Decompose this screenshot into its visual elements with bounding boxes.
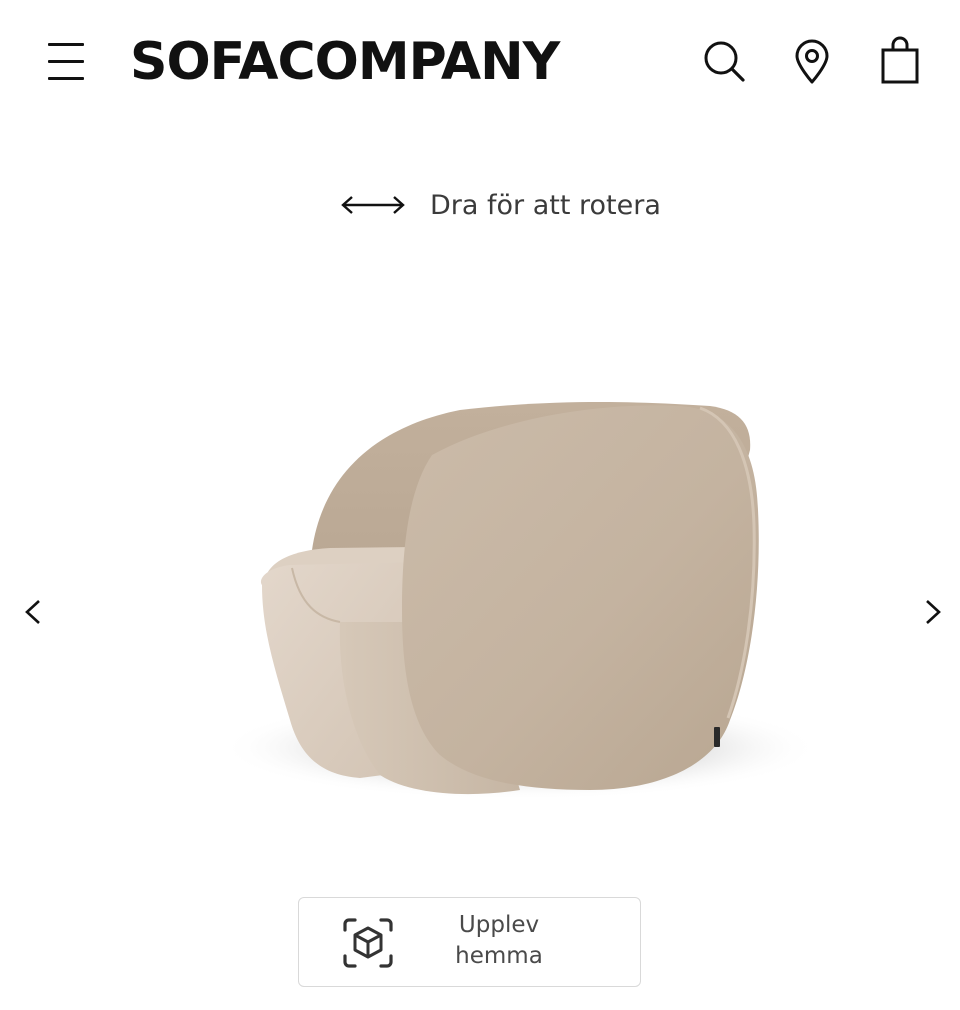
hamburger-menu-icon [48,43,84,46]
view-in-your-room-button[interactable]: Upplev hemma [298,897,641,987]
ar-label-line-2: hemma [455,943,543,969]
product-image[interactable] [0,250,960,870]
ar-cube-icon [343,918,393,968]
ar-label-line-1: Upplev [458,912,540,938]
menu-icon-line [48,77,84,80]
cart-button[interactable] [876,36,924,86]
rotate-hint: Dra för att rotera [340,183,661,227]
ar-button-label: Upplev hemma [449,910,549,972]
rotate-hint-text: Dra för att rotera [430,189,661,221]
double-arrow-horizontal-icon [340,193,406,217]
next-image-button[interactable] [912,592,952,632]
site-header: SOFACOMPANY [0,0,960,125]
search-button[interactable] [700,36,748,86]
chevron-right-icon [926,600,941,624]
shopping-bag-icon [881,36,919,84]
product-3d-viewer[interactable] [0,250,960,870]
chevron-left-icon [25,600,40,624]
menu-button[interactable] [44,40,88,84]
previous-image-button[interactable] [14,592,54,632]
store-locator-button[interactable] [788,36,836,86]
search-icon [704,41,745,82]
location-pin-icon [795,39,829,84]
brand-logo[interactable]: SOFACOMPANY [130,30,560,94]
menu-icon-line [48,60,84,63]
